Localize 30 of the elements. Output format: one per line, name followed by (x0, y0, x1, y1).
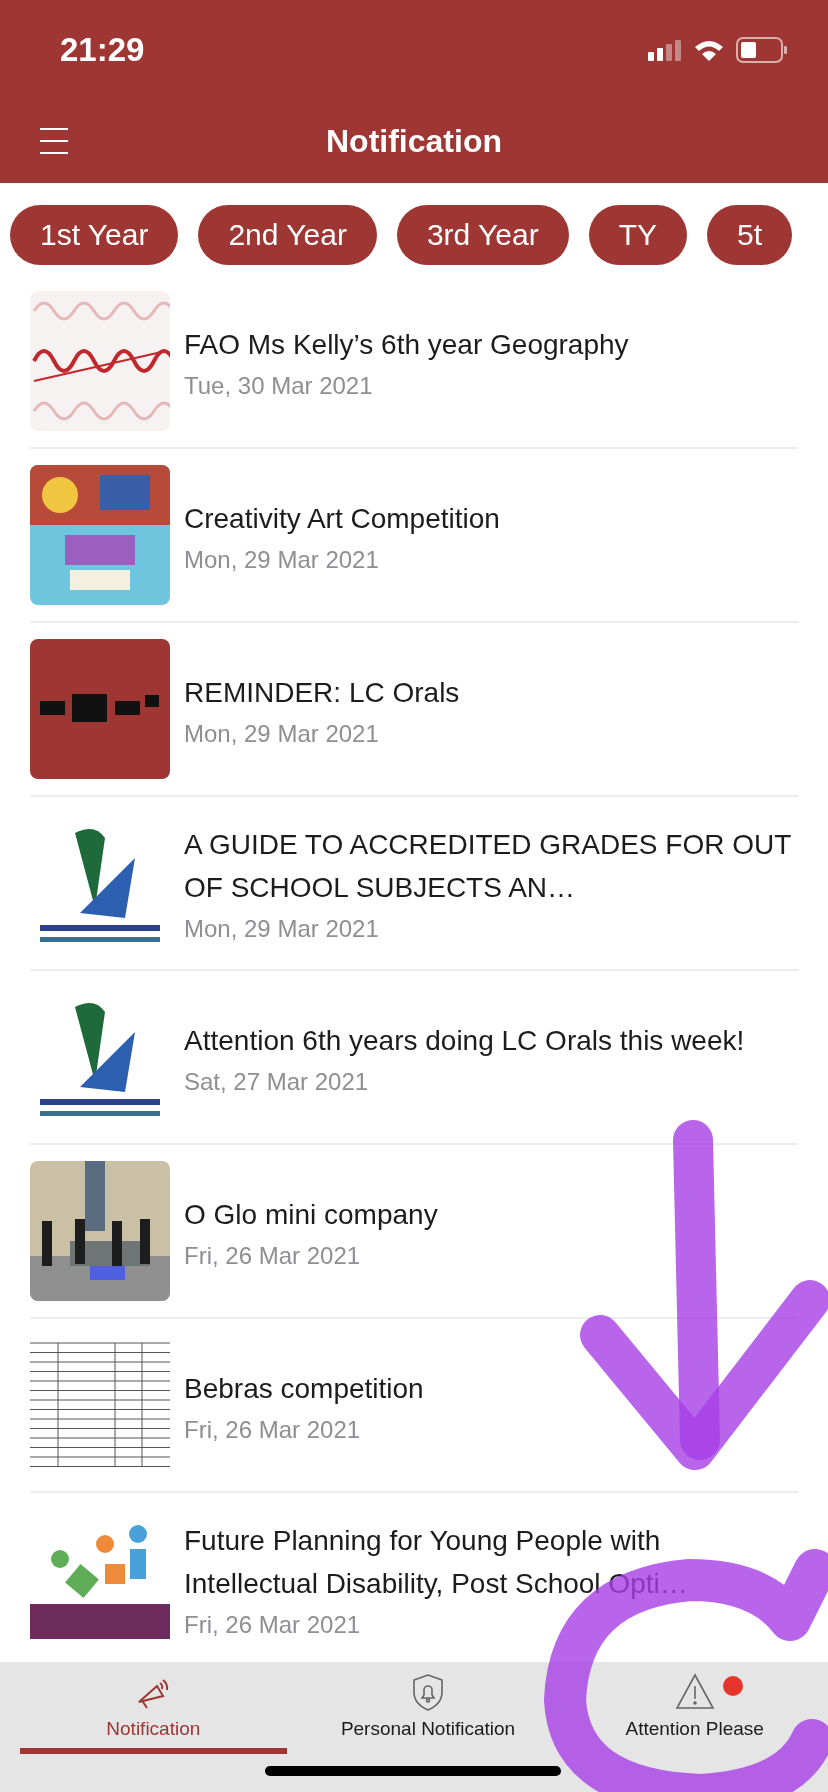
signal-icon (648, 39, 682, 61)
year-filter-chip[interactable]: 2nd Year (198, 205, 377, 265)
notification-title[interactable]: Creativity Art Competition (184, 496, 798, 540)
battery-icon (736, 37, 788, 63)
wifi-icon (694, 39, 724, 61)
notification-title[interactable]: O Glo mini company (184, 1192, 798, 1236)
notification-date: Fri, 26 Mar 2021 (184, 1241, 362, 1270)
notification-title[interactable]: FAO Ms Kelly’s 6th year Geography (184, 322, 798, 366)
menu-icon[interactable] (38, 126, 70, 156)
tab-bar-item[interactable]: Personal Notification (294, 1672, 562, 1748)
notification-date: Tue, 30 Mar 2021 (184, 371, 374, 400)
notification-date: Mon, 29 Mar 2021 (184, 719, 380, 748)
notification-title[interactable]: Attention 6th years doing LC Orals this week! (184, 1018, 798, 1062)
tab-bar-item[interactable]: Notification (20, 1672, 287, 1754)
notification-date: Mon, 29 Mar 2021 (184, 545, 380, 574)
year-filter-chip[interactable]: TY (588, 205, 688, 265)
notification-date: Sat, 27 Mar 2021 (184, 1067, 370, 1096)
warning-icon (674, 1672, 715, 1712)
screen-title: Notification (326, 123, 502, 160)
tab-bar-item[interactable]: Attention Please (561, 1672, 828, 1748)
year-filter-chip[interactable]: 5t (707, 205, 793, 265)
year-filter-chip[interactable]: 1st Year (10, 205, 179, 265)
clock-time: 21:29 (60, 31, 145, 69)
notification-title[interactable]: A GUIDE TO ACCREDITED GRADES FOR OUT OF SCHOOL SUBJECTS AN… (184, 823, 798, 909)
notification-title[interactable]: Bebras competition (184, 1366, 798, 1410)
notification-date: Mon, 29 Mar 2021 (184, 915, 380, 943)
notification-date: Fri, 26 Mar 2021 (184, 1611, 362, 1639)
notification-title[interactable]: REMINDER: LC Orals (184, 670, 798, 714)
notification-date: Fri, 26 Mar 2021 (184, 1415, 362, 1444)
year-filter-chip[interactable]: 3rd Year (396, 205, 569, 265)
